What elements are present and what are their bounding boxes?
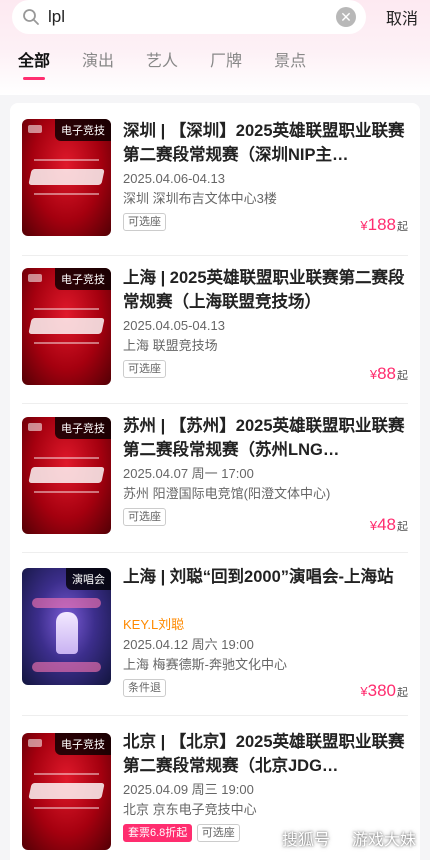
watermark-suffix: 游戏大妹 xyxy=(351,832,416,849)
search-box[interactable]: ✕ xyxy=(12,0,366,34)
event-title: 上海 | 2025英雄联盟职业联赛第二赛段常规赛（上海联盟竞技场） xyxy=(123,269,405,311)
refund-policy-badge: 条件退 xyxy=(123,679,166,697)
event-price: ¥88起 xyxy=(369,364,408,383)
watermark: 搜狐号 游戏大妹 xyxy=(282,826,416,850)
event-title: 深圳 | 【深圳】2025英雄联盟职业联赛第二赛段常规赛（深圳NIP主… xyxy=(123,122,405,164)
event-venue: 北京 京东电子竞技中心 xyxy=(123,802,257,817)
event-poster: 电子竞技 xyxy=(22,417,111,534)
event-poster: 演唱会 xyxy=(22,568,111,685)
event-venue: 深圳 深圳布吉文体中心3楼 xyxy=(123,191,277,206)
tab-attractions[interactable]: 景点 xyxy=(274,50,306,78)
event-price: ¥48起 xyxy=(369,515,408,534)
result-list: 电子竞技 深圳 | 【深圳】2025英雄联盟职业联赛第二赛段常规赛（深圳NIP主… xyxy=(10,103,420,860)
category-tabs: 全部 演出 艺人 厂牌 景点 xyxy=(0,50,322,80)
event-venue: 上海 梅赛德斯-奔驰文化中心 xyxy=(123,657,287,672)
clear-search-icon[interactable]: ✕ xyxy=(336,7,356,27)
poster-tag: 电子竞技 xyxy=(55,417,111,439)
event-title: 上海 | 刘聪“回到2000”演唱会-上海站 xyxy=(123,568,394,586)
event-date: 2025.04.09 周三 19:00 xyxy=(123,782,254,797)
poster-tag: 电子竞技 xyxy=(55,733,111,755)
cancel-button[interactable]: 取消 xyxy=(366,5,418,29)
poster-tag: 电子竞技 xyxy=(55,268,111,290)
package-discount-badge: 套票6.8折起 xyxy=(123,824,193,842)
search-icon xyxy=(23,9,39,25)
event-title: 苏州 | 【苏州】2025英雄联盟职业联赛第二赛段常规赛（苏州LNG… xyxy=(123,417,405,459)
list-item[interactable]: 演唱会 上海 | 刘聪“回到2000”演唱会-上海站 KEY.L刘聪 2025.… xyxy=(22,553,408,716)
event-venue: 上海 联盟竞技场 xyxy=(123,338,218,353)
seat-selection-badge: 可选座 xyxy=(123,508,166,526)
event-date: 2025.04.05-04.13 xyxy=(123,318,225,333)
tab-all[interactable]: 全部 xyxy=(18,50,50,80)
event-poster: 电子竞技 xyxy=(22,268,111,385)
event-date: 2025.04.06-04.13 xyxy=(123,171,225,186)
list-item[interactable]: 电子竞技 上海 | 2025英雄联盟职业联赛第二赛段常规赛（上海联盟竞技场） 2… xyxy=(22,256,408,404)
seat-selection-badge: 可选座 xyxy=(123,213,166,231)
event-price: ¥188起 xyxy=(360,215,408,234)
poster-tag: 演唱会 xyxy=(66,568,111,590)
event-date: 2025.04.12 周六 19:00 xyxy=(123,637,254,652)
seat-selection-badge: 可选座 xyxy=(196,824,240,842)
list-item[interactable]: 电子竞技 苏州 | 【苏州】2025英雄联盟职业联赛第二赛段常规赛（苏州LNG…… xyxy=(22,404,408,553)
tab-shows[interactable]: 演出 xyxy=(82,50,114,78)
event-artist[interactable]: KEY.L刘聪 xyxy=(123,615,408,635)
seat-selection-badge: 可选座 xyxy=(123,360,166,378)
event-date: 2025.04.07 周一 17:00 xyxy=(123,466,254,481)
event-poster: 电子竞技 xyxy=(22,733,111,850)
event-venue: 苏州 阳澄国际电竞馆(阳澄文体中心) xyxy=(123,486,331,501)
list-item[interactable]: 电子竞技 深圳 | 【深圳】2025英雄联盟职业联赛第二赛段常规赛（深圳NIP主… xyxy=(22,119,408,256)
at-sign-icon xyxy=(333,830,349,846)
event-title: 北京 | 【北京】2025英雄联盟职业联赛第二赛段常规赛（北京JDG… xyxy=(123,733,405,775)
watermark-prefix: 搜狐号 xyxy=(281,832,330,849)
search-input[interactable] xyxy=(48,7,330,27)
event-price: ¥380起 xyxy=(360,681,408,700)
header: ✕ 取消 全部 演出 艺人 厂牌 景点 xyxy=(0,0,430,95)
poster-tag: 电子竞技 xyxy=(55,119,111,141)
tab-artists[interactable]: 艺人 xyxy=(146,50,178,78)
event-poster: 电子竞技 xyxy=(22,119,111,236)
search-row: ✕ 取消 xyxy=(12,0,418,34)
tab-labels[interactable]: 厂牌 xyxy=(210,50,242,78)
